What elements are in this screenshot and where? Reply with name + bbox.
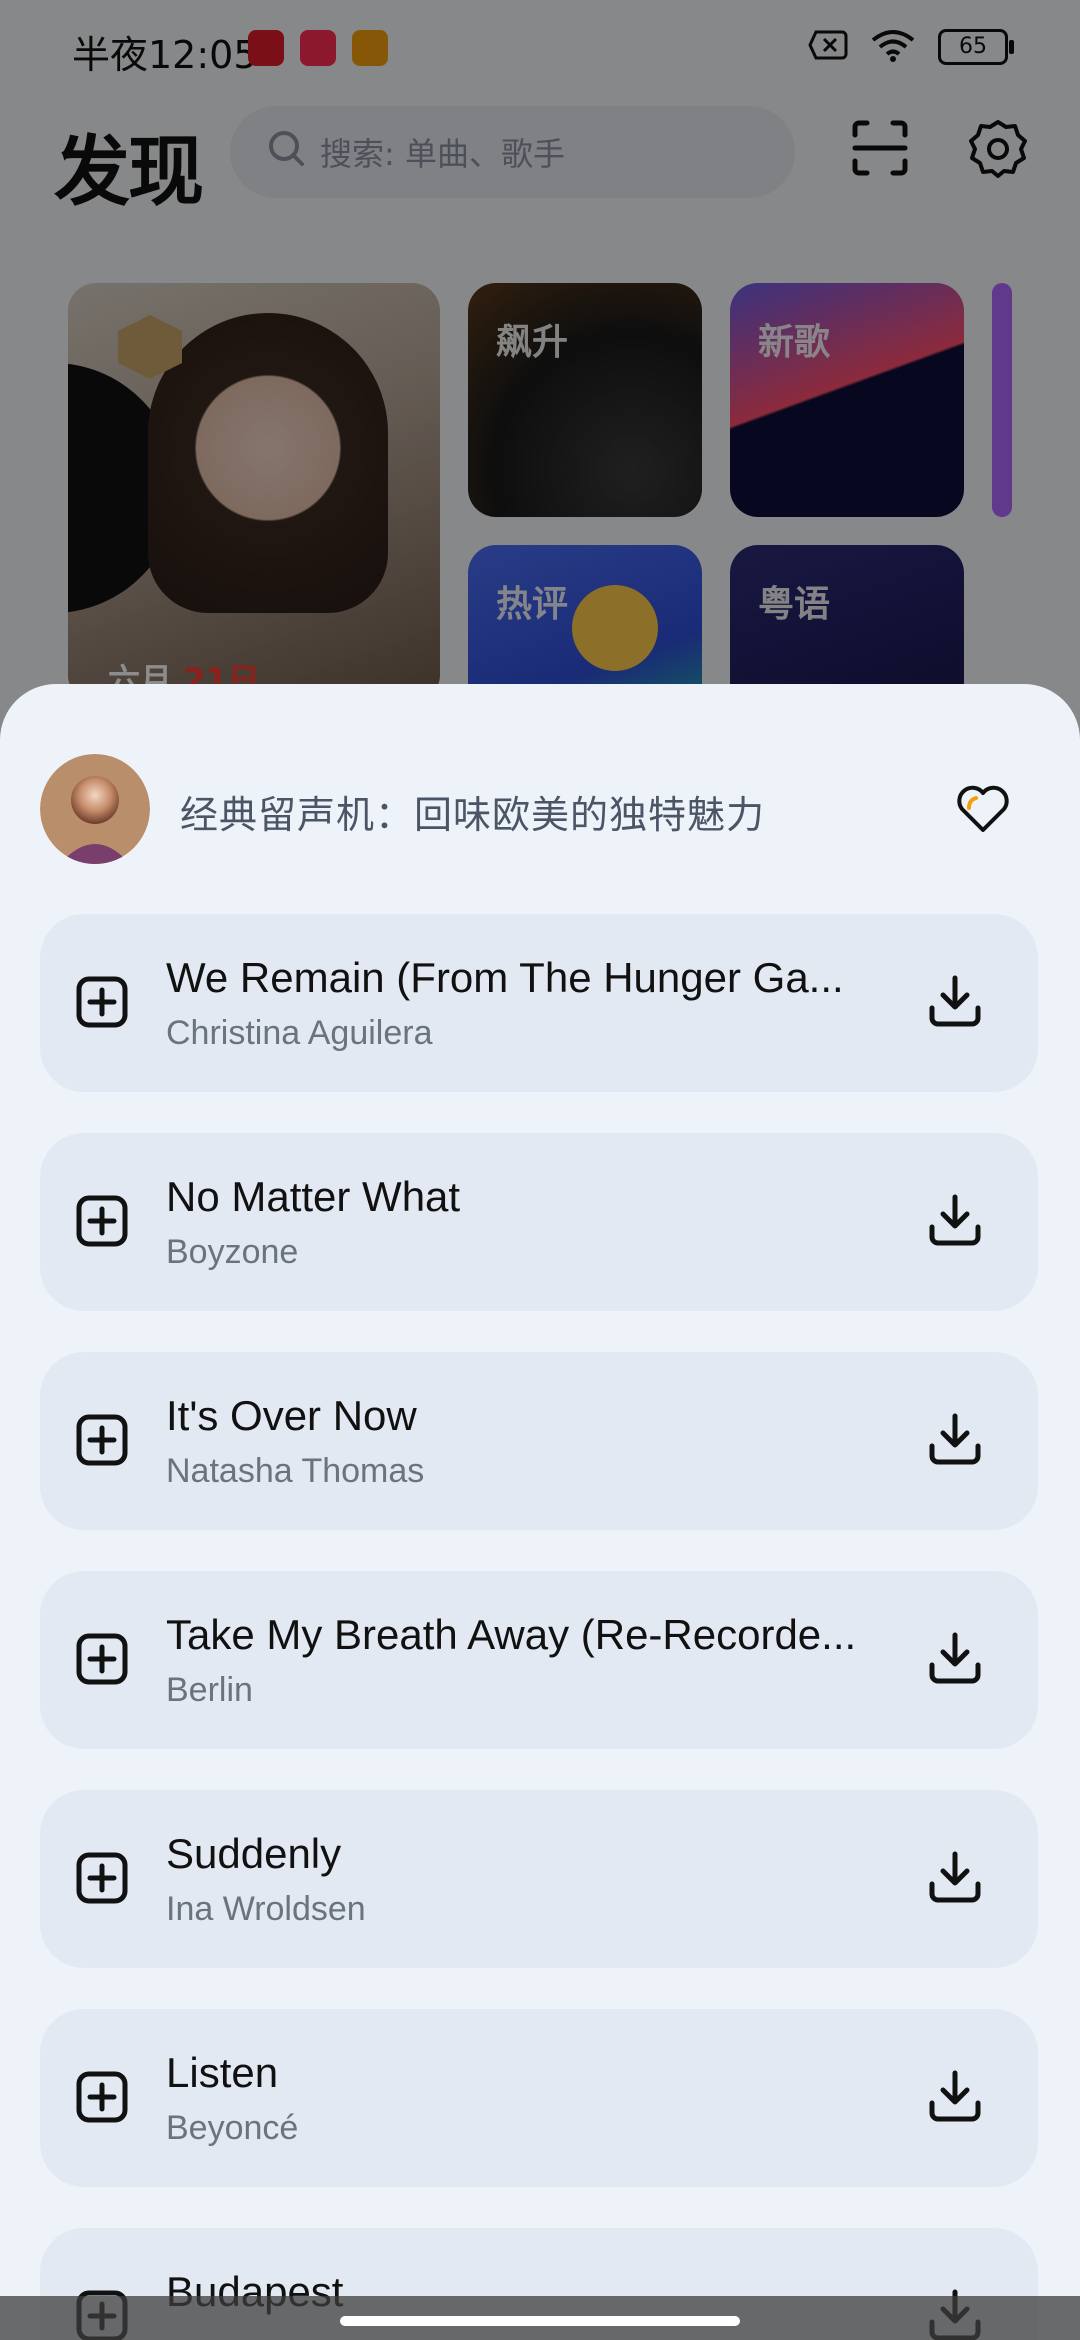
song-title: Take My Breath Away (Re-Recorde... [166,1611,857,1658]
add-to-playlist-button[interactable] [70,2065,134,2129]
song-artist: Christina Aguilera [166,1014,433,1052]
add-to-playlist-button[interactable] [70,1846,134,1910]
playlist-bottom-sheet: 经典留声机：回味欧美的独特魅力 We Remain (From The Hung… [0,684,1080,2340]
song-artist: Berlin [166,1671,253,1709]
song-title: It's Over Now [166,1392,417,1439]
playlist-title: 经典留声机：回味欧美的独特魅力 [180,793,766,837]
add-square-icon [76,976,128,1028]
song-title: Suddenly [166,1830,342,1877]
download-button[interactable] [922,2063,988,2129]
download-button[interactable] [922,1406,988,1472]
add-square-icon [76,1414,128,1466]
favorite-button[interactable] [948,774,1018,844]
add-to-playlist-button[interactable] [70,1189,134,1253]
add-to-playlist-button[interactable] [70,1408,134,1472]
download-icon [929,1632,981,1684]
add-to-playlist-button[interactable] [70,1627,134,1691]
download-icon [929,1194,981,1246]
song-artist: Ina Wroldsen [166,1890,366,1928]
song-artist: Boyzone [166,1233,299,1271]
list-item[interactable]: Listen Beyoncé [40,2009,1038,2187]
list-item[interactable]: It's Over Now Natasha Thomas [40,1352,1038,1530]
list-item[interactable]: Take My Breath Away (Re-Recorde... Berli… [40,1571,1038,1749]
add-square-icon [76,1195,128,1247]
download-button[interactable] [922,968,988,1034]
song-title: No Matter What [166,1173,461,1220]
download-icon [929,1413,981,1465]
song-artist: Beyoncé [166,2109,299,2147]
song-title: We Remain (From The Hunger Ga... [166,954,844,1001]
home-indicator[interactable] [340,2316,740,2326]
playlist-header: 经典留声机：回味欧美的独特魅力 [40,754,1040,866]
add-square-icon [76,1852,128,1904]
song-artist: Natasha Thomas [166,1452,425,1490]
download-button[interactable] [922,1187,988,1253]
playlist-cover [40,754,150,864]
song-list: We Remain (From The Hunger Ga... Christi… [40,914,1038,2340]
song-title: Listen [166,2049,279,2096]
add-to-playlist-button[interactable] [70,970,134,1034]
add-square-icon [76,2071,128,2123]
download-button[interactable] [922,1625,988,1691]
download-button[interactable] [922,1844,988,1910]
download-icon [929,2070,981,2122]
list-item[interactable]: No Matter What Boyzone [40,1133,1038,1311]
download-icon [929,975,981,1027]
add-square-icon [76,1633,128,1685]
list-item[interactable]: Suddenly Ina Wroldsen [40,1790,1038,1968]
list-item[interactable]: We Remain (From The Hunger Ga... Christi… [40,914,1038,1092]
download-icon [929,1851,981,1903]
